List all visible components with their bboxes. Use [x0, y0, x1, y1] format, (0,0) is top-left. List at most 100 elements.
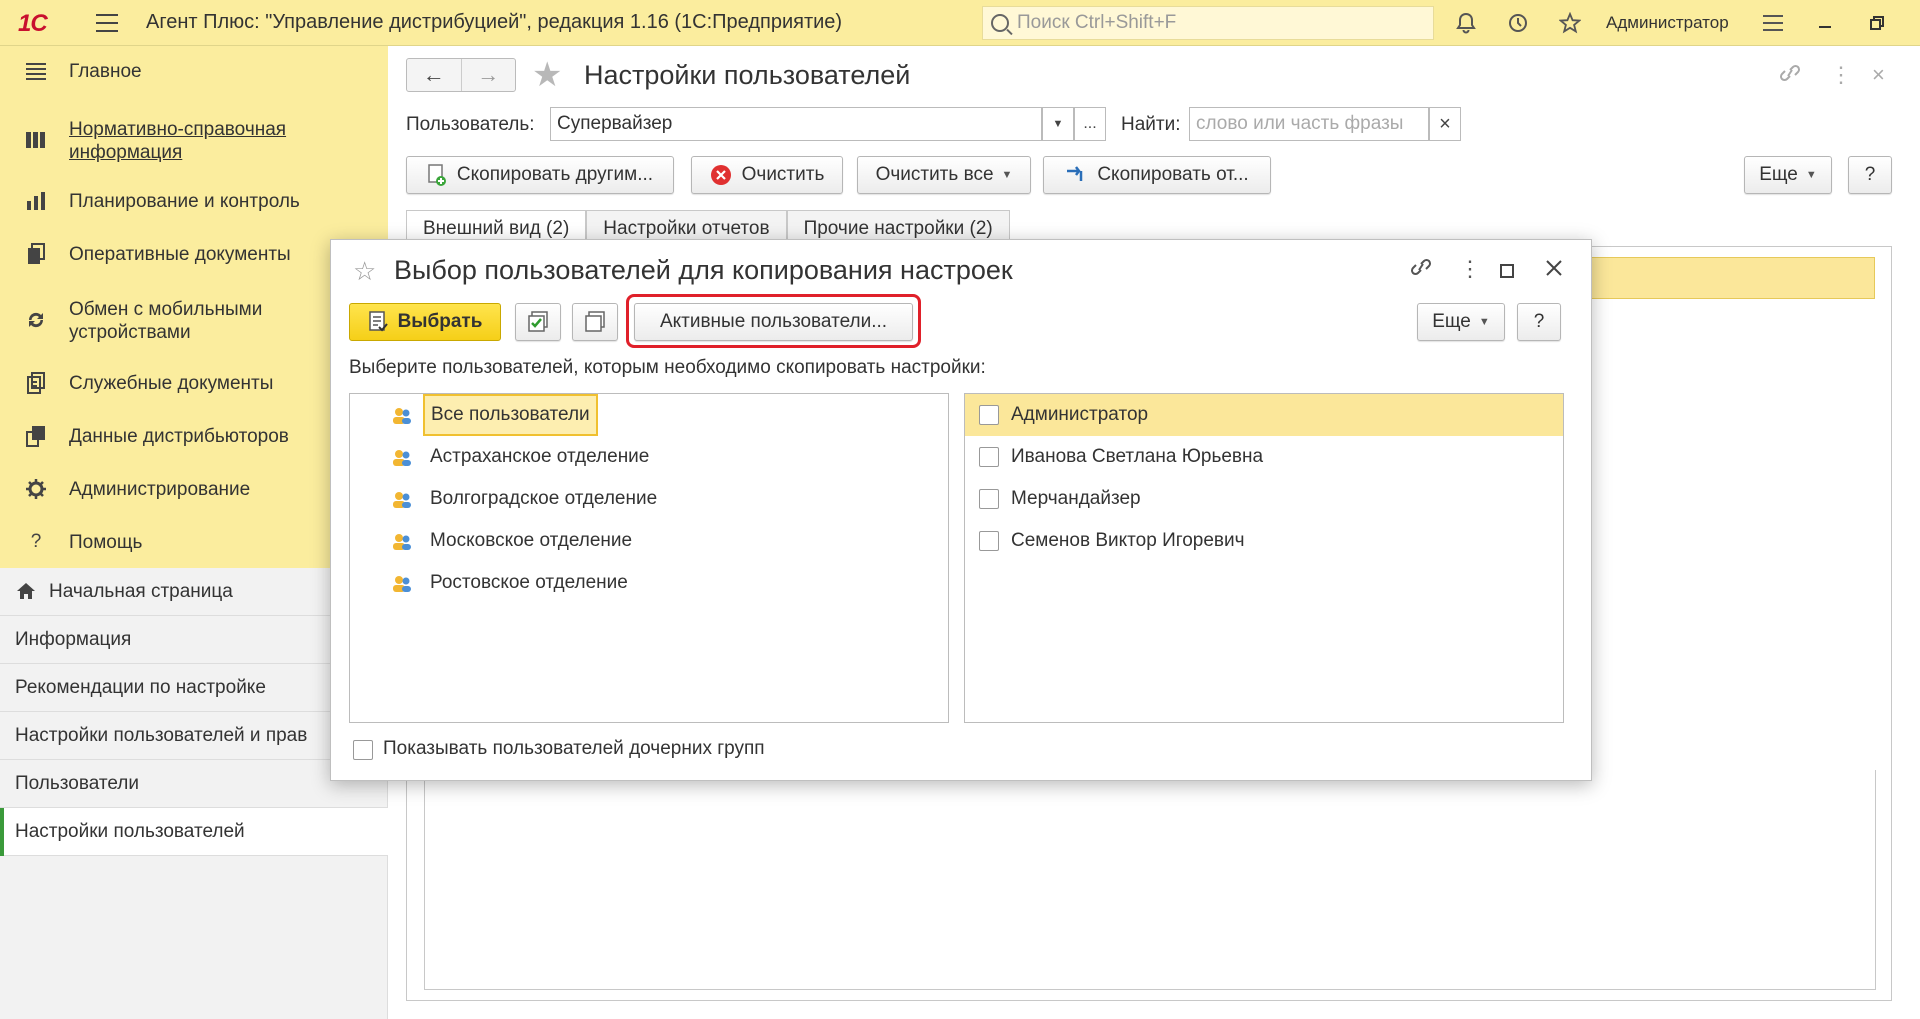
dialog-more-label: Еще — [1432, 311, 1471, 332]
user-select-button[interactable]: ... — [1074, 107, 1106, 141]
sync-icon — [22, 308, 50, 332]
select-label: Выбрать — [397, 311, 483, 332]
tree-row[interactable]: Московское отделение — [350, 520, 948, 562]
form-help-button[interactable]: ? — [1848, 156, 1892, 194]
list-item[interactable]: Мерчандайзер — [965, 478, 1563, 520]
form-more-button[interactable]: Еще ▼ — [1744, 156, 1832, 194]
dialog-more-button[interactable]: Еще ▼ — [1417, 303, 1505, 341]
close-app-icon[interactable] — [1903, 0, 1920, 46]
sidebar-item-label: Планирование и контроль — [69, 190, 300, 212]
settings-menu-icon[interactable] — [1747, 0, 1799, 46]
user-checkbox[interactable] — [979, 489, 999, 509]
check-all-button[interactable] — [515, 303, 561, 341]
tree-row[interactable]: Волгоградское отделение — [350, 478, 948, 520]
back-arrow-icon[interactable]: ← — [407, 59, 462, 91]
search-placeholder: Поиск Ctrl+Shift+F — [1017, 12, 1177, 33]
tree-row[interactable]: Астраханское отделение — [350, 436, 948, 478]
window-item-user-settings[interactable]: Настройки пользователей — [0, 808, 388, 856]
forward-arrow-icon[interactable]: → — [462, 59, 516, 91]
copy-to-others-button[interactable]: Скопировать другим... — [406, 156, 674, 194]
sidebar-item-label: Служебные документы — [69, 372, 274, 394]
dialog-hint: Выберите пользователей, которым необходи… — [349, 357, 986, 378]
topbar-tools: Администратор — [1440, 0, 1920, 46]
user-checkbox[interactable] — [979, 531, 999, 551]
bar-chart-icon — [22, 189, 50, 213]
maximize-icon[interactable] — [1499, 259, 1515, 285]
user-field[interactable]: Супервайзер — [550, 107, 1042, 141]
sidebar-item-label-line2: устройствами — [69, 322, 191, 343]
sidebar-item-planning[interactable]: Планирование и контроль — [0, 188, 388, 214]
link-icon[interactable] — [1778, 62, 1802, 90]
main-menu-icon[interactable] — [96, 13, 118, 32]
user-checkbox[interactable] — [979, 405, 999, 425]
notifications-bell-icon[interactable] — [1440, 0, 1492, 46]
tree-item-label: Все пользователи — [423, 394, 598, 436]
list-item[interactable]: Семенов Виктор Игоревич — [965, 520, 1563, 562]
search-icon — [991, 14, 1009, 32]
catalog-icon — [22, 128, 50, 152]
dialog-help-button[interactable]: ? — [1517, 303, 1561, 341]
user-group-icon — [393, 576, 411, 592]
user-group-icon — [393, 450, 411, 466]
tree-item-label: Московское отделение — [430, 530, 633, 551]
uncheck-all-button[interactable] — [572, 303, 618, 341]
highlight-frame — [626, 294, 921, 348]
clear-all-label: Очистить все — [875, 164, 994, 185]
link-icon[interactable] — [1409, 256, 1433, 284]
more-actions-icon[interactable]: ⋮ — [1830, 62, 1852, 88]
sidebar-item-label: Оперативные документы — [69, 243, 291, 265]
find-label: Найти: — [1121, 114, 1181, 135]
distributor-data-icon — [22, 424, 50, 448]
clear-all-button[interactable]: Очистить все ▼ — [857, 156, 1031, 194]
sidebar-item-label-line1: Нормативно-справочная — [69, 119, 287, 140]
favorite-star-icon[interactable]: ☆ — [353, 256, 376, 287]
question-icon: ? — [30, 531, 42, 552]
copy-document-icon — [427, 164, 447, 186]
service-documents-icon — [22, 371, 50, 395]
show-child-groups-checkbox[interactable] — [353, 740, 373, 760]
check-all-icon — [527, 311, 549, 333]
tree-row[interactable]: Ростовское отделение — [350, 562, 948, 604]
sidebar-item-main[interactable]: Главное — [0, 58, 388, 84]
clear-icon — [710, 164, 732, 186]
copy-from-label: Скопировать от... — [1097, 164, 1249, 185]
list-item[interactable]: Администратор — [965, 394, 1563, 436]
user-group-icon — [393, 492, 411, 508]
close-dialog-icon[interactable] — [1545, 257, 1563, 283]
user-label: Пользователь: — [406, 114, 535, 135]
form-more-label: Еще — [1759, 164, 1798, 185]
chevron-down-icon: ▼ — [1478, 316, 1490, 328]
sidebar-item-reference-info[interactable]: Нормативно-справочная информация — [0, 116, 388, 164]
tree-row[interactable]: Все пользователи — [350, 394, 948, 436]
find-input[interactable]: слово или часть фразы — [1189, 107, 1429, 141]
settings-selected-row[interactable] — [1585, 257, 1875, 299]
more-actions-icon[interactable]: ⋮ — [1459, 256, 1481, 282]
user-dropdown-button[interactable]: ▼ — [1042, 107, 1074, 141]
close-form-icon[interactable]: × — [1872, 62, 1885, 88]
current-user[interactable]: Администратор — [1606, 13, 1729, 33]
user-group-icon — [393, 408, 411, 424]
global-search-input[interactable]: Поиск Ctrl+Shift+F — [982, 6, 1434, 40]
show-child-groups-label[interactable]: Показывать пользователей дочерних групп — [383, 738, 765, 760]
copy-from-button[interactable]: Скопировать от... — [1043, 156, 1271, 194]
restore-window-icon[interactable] — [1851, 0, 1903, 46]
window-item-label: Настройки пользователей — [15, 820, 245, 842]
list-item[interactable]: Иванова Светлана Юрьевна — [965, 436, 1563, 478]
user-group-icon — [393, 534, 411, 550]
select-button[interactable]: Выбрать — [349, 303, 501, 341]
window-item-label: Настройки пользователей и прав — [15, 724, 308, 746]
favorites-star-icon[interactable] — [1544, 0, 1596, 46]
find-clear-button[interactable]: × — [1429, 107, 1461, 141]
clear-button[interactable]: Очистить — [691, 156, 843, 194]
tree-item-label: Астраханское отделение — [430, 446, 650, 467]
app-title: Агент Плюс: "Управление дистрибуцией", р… — [146, 11, 843, 33]
1c-logo: 1С — [18, 9, 48, 37]
user-checkbox[interactable] — [979, 447, 999, 467]
favorite-star-icon[interactable]: ★ — [532, 58, 562, 92]
settings-tree-inner — [424, 770, 1876, 990]
history-icon[interactable] — [1492, 0, 1544, 46]
window-item-label: Начальная страница — [49, 580, 233, 602]
chevron-down-icon: ▼ — [1805, 169, 1817, 181]
gear-icon — [22, 477, 50, 501]
minimize-icon[interactable] — [1799, 0, 1851, 46]
